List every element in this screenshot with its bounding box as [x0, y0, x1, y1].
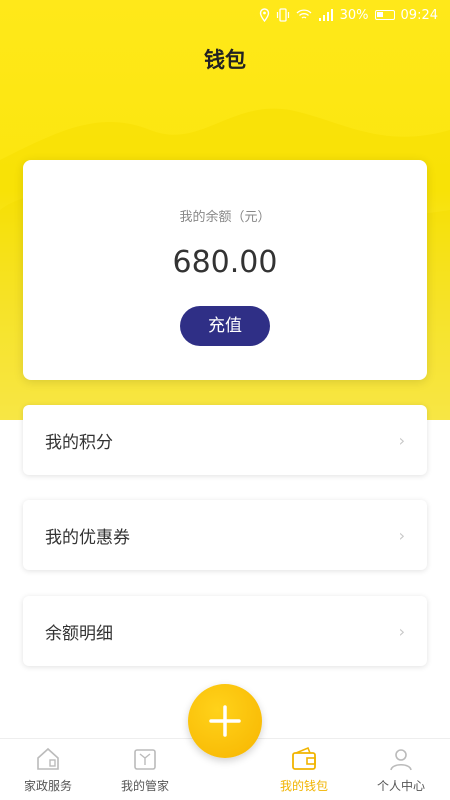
battery-percent: 30% [339, 7, 369, 23]
butler-icon [134, 749, 156, 770]
page-title: 钱包 [204, 48, 246, 72]
clock: 09:24 [400, 7, 438, 23]
balance-amount: 680.00 [172, 245, 278, 280]
menu-item-balance-details[interactable]: 余额明细 › [23, 596, 427, 666]
location-icon [259, 8, 270, 22]
tab-label: 家政服务 [23, 779, 72, 793]
chevron-right-icon: › [398, 525, 405, 545]
status-bar: 30% 09:24 [0, 0, 450, 30]
menu-item-points[interactable]: 我的积分 › [23, 405, 427, 475]
wifi-icon [296, 9, 312, 21]
plus-icon [209, 705, 241, 737]
tab-label: 我的管家 [120, 779, 169, 793]
signal-icon [318, 9, 334, 21]
tab-butler[interactable]: 我的管家 [100, 745, 190, 794]
home-icon [37, 747, 59, 770]
menu-item-label: 我的积分 [45, 432, 113, 453]
vibrate-icon [276, 8, 290, 22]
chevron-right-icon: › [398, 621, 405, 641]
wallet-icon [292, 746, 316, 770]
tab-label: 我的钱包 [279, 779, 328, 793]
menu-item-label: 余额明细 [45, 623, 113, 644]
menu-item-label: 我的优惠券 [45, 527, 130, 548]
recharge-button[interactable]: 充值 [180, 306, 270, 346]
tab-wallet[interactable]: 我的钱包 [259, 745, 349, 794]
tab-label: 个人中心 [376, 779, 425, 793]
tab-profile[interactable]: 个人中心 [356, 745, 446, 794]
chevron-right-icon: › [398, 430, 405, 450]
balance-card: 我的余额（元） 680.00 充值 [23, 160, 427, 380]
tab-home-services[interactable]: 家政服务 [3, 745, 93, 794]
menu-item-coupons[interactable]: 我的优惠券 › [23, 500, 427, 570]
balance-label: 我的余额（元） [179, 210, 271, 225]
add-button[interactable] [188, 684, 262, 758]
person-icon [390, 749, 412, 771]
battery-icon [374, 10, 395, 20]
